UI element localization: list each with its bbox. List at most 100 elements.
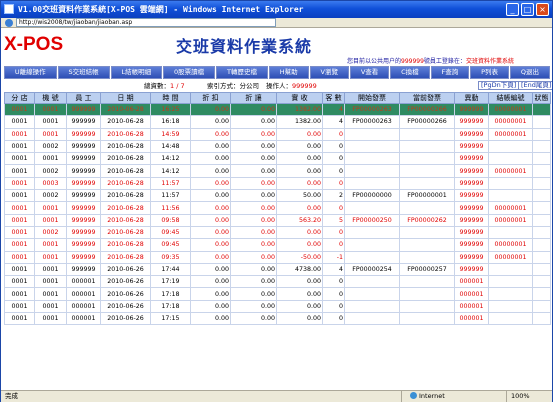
cell-customers: 0 [322, 275, 345, 289]
col-header-time[interactable]: 時 間 [150, 92, 191, 104]
col-header-current-invoice[interactable]: 當前發票 [399, 92, 455, 104]
cell-allowance: 0.00 [230, 262, 277, 277]
cell-received: 0.00 [276, 225, 323, 240]
table-row[interactable]: 0001 0001 000001 2010-06-26 17:19 0.00 0.00 0.0… [4, 275, 551, 289]
minimize-button[interactable]: _ [506, 3, 519, 16]
table-row[interactable]: 0001 0003 999999 2010-06-28 11:57 0.00 0.00 0.0… [4, 176, 551, 191]
col-header-received[interactable]: 實 收 [276, 92, 323, 104]
url-field[interactable]: http://wis2008/tw/jiaoban/jiaoban.asp [16, 18, 276, 27]
col-header-machine[interactable]: 機 號 [34, 92, 67, 104]
title-bar[interactable]: V1.00交班資料作業系統[X-POS 雲端網] - Windows Inter… [1, 1, 552, 18]
cell-employee: 999999 [66, 102, 101, 117]
cell-start-invoice [344, 250, 400, 264]
col-header-status[interactable]: 狀態 [532, 92, 551, 104]
cell-store: 0001 [4, 164, 35, 178]
pgdn-link[interactable]: [PgDn下頁] [478, 81, 520, 90]
cell-checkout-no: 00000001 [488, 102, 533, 117]
cell-date: 2010-06-28 [100, 115, 151, 129]
welcome-message: 您目前以公共用户的999999號員工登錄在：交班資料作業系統 [347, 56, 514, 65]
table-row[interactable]: 0001 0001 999999 2010-06-28 16:18 0.00 0.00 138… [4, 115, 551, 129]
cell-store: 0001 [4, 201, 35, 215]
cell-status [532, 262, 551, 277]
zoom-control[interactable]: 100% [506, 391, 530, 402]
cell-date: 2010-06-28 [100, 127, 151, 141]
operator-value: 999999 [292, 82, 317, 90]
end-link[interactable]: [End尾頁] [518, 81, 552, 90]
table-row[interactable]: 0001 0001 000001 2010-06-26 17:18 0.00 0.00 0.0… [4, 287, 551, 301]
history-button[interactable]: T轉歷史檔 [216, 66, 268, 79]
cell-change: 999999 [454, 189, 489, 203]
col-header-change[interactable]: 異動 [454, 92, 489, 104]
help-button[interactable]: H幫助 [268, 66, 309, 79]
cell-current-invoice: FP00000001 [399, 189, 455, 203]
cell-checkout-no [488, 152, 533, 166]
cell-date: 2010-06-28 [100, 213, 151, 227]
table-row[interactable]: 0001 0001 999999 2010-06-28 09:35 0.00 0.00 -50… [4, 250, 551, 264]
shift-checkout-button[interactable]: S交班結帳 [57, 66, 110, 79]
close-button[interactable]: × [536, 3, 549, 16]
table-row[interactable]: 0001 0001 999999 2010-06-28 09:58 0.00 0.00 563… [4, 213, 551, 227]
browser-window: V1.00交班資料作業系統[X-POS 雲端網] - Windows Inter… [0, 0, 553, 402]
checkout-detail-button[interactable]: L結帳明細 [110, 66, 163, 79]
table-row[interactable]: 0001 0001 999999 2010-06-26 17:44 0.00 0.00 473… [4, 262, 551, 277]
list-button[interactable]: P列表 [470, 66, 509, 79]
table-row[interactable]: 0001 0001 999999 2010-06-28 14:12 0.00 0.00 0.0… [4, 152, 551, 166]
cell-discount: 0.00 [190, 287, 231, 301]
table-row[interactable]: 0001 0001 999999 2010-06-28 16:25 0.00 0.00 138… [4, 102, 551, 117]
col-header-employee[interactable]: 員 工 [66, 92, 101, 104]
col-header-date[interactable]: 日 期 [100, 92, 151, 104]
cell-allowance: 0.00 [230, 299, 277, 314]
cell-received: 0.00 [276, 176, 323, 191]
cell-machine: 0002 [34, 139, 67, 154]
cell-machine: 0002 [34, 189, 67, 203]
cell-current-invoice [399, 225, 455, 240]
total-label: 總資數：1 / 7 [144, 82, 185, 91]
exit-button[interactable]: Q退出 [509, 66, 550, 79]
cell-current-invoice [399, 287, 455, 301]
cell-allowance: 0.00 [230, 127, 277, 141]
browse-button[interactable]: V瀏覽 [309, 66, 349, 79]
table-row[interactable]: 0001 0002 999999 2010-06-28 11:57 0.00 0.00 50.… [4, 189, 551, 203]
cell-discount: 0.00 [190, 176, 231, 191]
stock-read-button[interactable]: 0股票讀檔 [163, 66, 216, 79]
globe-icon [410, 392, 417, 399]
table-row[interactable]: 0001 0001 999999 2010-06-28 09:45 0.00 0.00 0.0… [4, 238, 551, 252]
table-row[interactable]: 0001 0002 999999 2010-06-28 09:45 0.00 0.00 0.0… [4, 225, 551, 240]
cell-change: 999999 [454, 176, 489, 191]
window-title: V1.00交班資料作業系統[X-POS 雲端網] - Windows Inter… [18, 5, 304, 14]
cell-start-invoice: FP00000000 [344, 189, 400, 203]
operator-label-text: 操作人： [266, 82, 292, 90]
cell-current-invoice [399, 127, 455, 141]
cell-discount: 0.00 [190, 250, 231, 264]
col-header-checkout-no[interactable]: 結帳編號 [488, 92, 533, 104]
cell-machine: 0002 [34, 225, 67, 240]
col-header-customers[interactable]: 客 數 [322, 92, 345, 104]
cell-store: 0001 [4, 102, 35, 117]
ie-app-icon [4, 4, 14, 14]
col-header-discount[interactable]: 折 扣 [190, 92, 231, 104]
query-button[interactable]: F查詢 [430, 66, 470, 79]
table-row[interactable]: 0001 0001 000001 2010-06-26 17:15 0.00 0.00 0.0… [4, 312, 551, 326]
cell-discount: 0.00 [190, 115, 231, 129]
maximize-button[interactable]: □ [521, 3, 534, 16]
table-row[interactable]: 0001 0001 000001 2010-06-26 17:18 0.00 0.00 0.0… [4, 299, 551, 314]
col-header-start-invoice[interactable]: 開始發票 [344, 92, 400, 104]
cell-checkout-no [488, 262, 533, 277]
view-button[interactable]: V查看 [349, 66, 390, 79]
table-row[interactable]: 0001 0002 999999 2010-06-28 14:48 0.00 0.00 0.0… [4, 139, 551, 154]
table-row[interactable]: 0001 0001 999999 2010-06-28 14:59 0.00 0.00 0.0… [4, 127, 551, 141]
col-header-store[interactable]: 分 店 [4, 92, 35, 104]
col-header-allowance[interactable]: 折 讓 [230, 92, 277, 104]
table-row[interactable]: 0001 0002 999999 2010-06-28 14:12 0.00 0.00 0.0… [4, 164, 551, 178]
cell-machine: 0001 [34, 238, 67, 252]
cell-store: 0001 [4, 189, 35, 203]
cell-machine: 0001 [34, 127, 67, 141]
cell-start-invoice [344, 127, 400, 141]
cell-received: 0.00 [276, 164, 323, 178]
cell-received: -50.00 [276, 250, 323, 264]
cell-discount: 0.00 [190, 238, 231, 252]
switch-file-button[interactable]: C換檔 [390, 66, 430, 79]
cell-date: 2010-06-28 [100, 225, 151, 240]
offline-button[interactable]: U離線操作 [4, 66, 57, 79]
table-row[interactable]: 0001 0001 999999 2010-06-28 11:56 0.00 0.00 0.0… [4, 201, 551, 215]
